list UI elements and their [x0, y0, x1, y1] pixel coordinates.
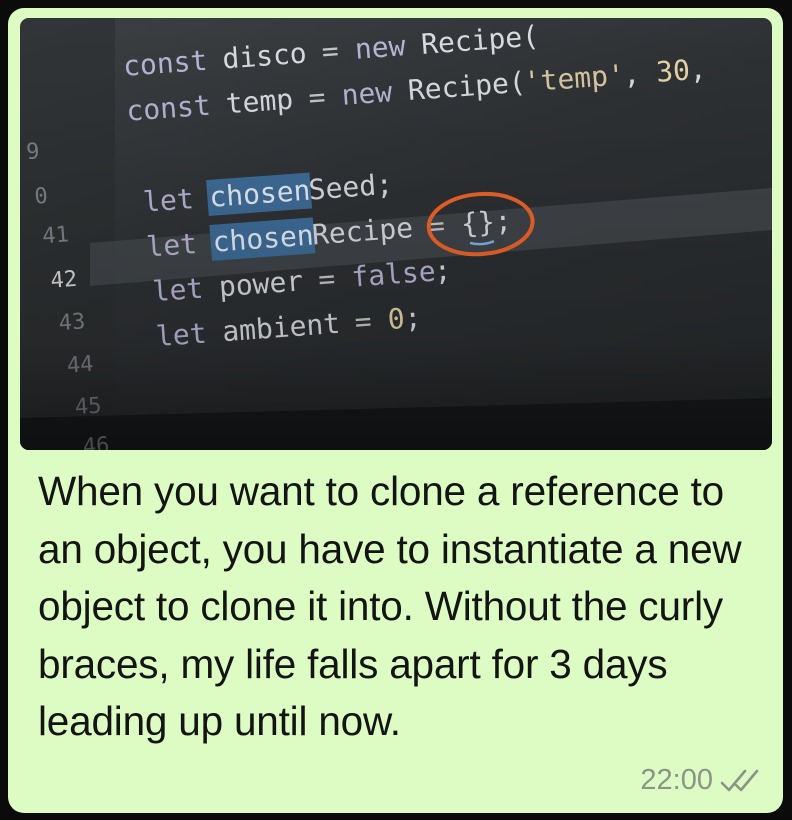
message-image[interactable]: 90414243444546const disco = new Recipe(c…: [20, 18, 772, 450]
code-photo: 90414243444546const disco = new Recipe(c…: [20, 18, 772, 450]
message-time: 22:00: [640, 764, 713, 796]
message-bubble[interactable]: 90414243444546const disco = new Recipe(c…: [8, 8, 783, 813]
double-check-icon: [719, 767, 763, 795]
message-meta: 22:00: [640, 764, 763, 797]
message-text: When you want to clone a reference to an…: [38, 468, 742, 744]
